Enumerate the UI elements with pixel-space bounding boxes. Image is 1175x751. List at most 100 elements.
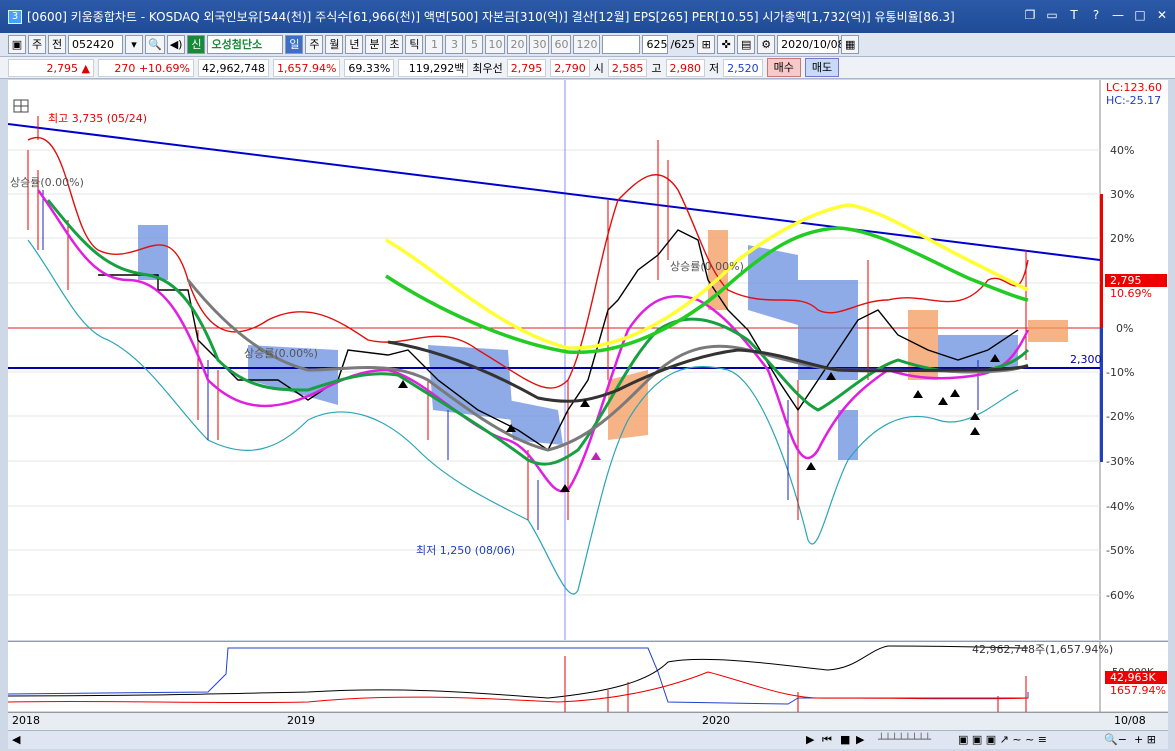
buy-button[interactable]: 매수 [766, 58, 801, 77]
zoom-out-icon[interactable]: 🔍− [1104, 733, 1127, 746]
volume-label: 42,962,748주(1,657.94%) [972, 643, 1113, 656]
quote-bar: 2,795 ▲ 270 +10.69% 42,962,748 1,657.94%… [0, 57, 1175, 93]
low-label: 저 [709, 61, 720, 75]
interval-20[interactable]: 20 [507, 35, 528, 54]
count-input[interactable]: 625 [642, 35, 669, 54]
chart-settings-icon[interactable]: ⊞ [697, 35, 716, 54]
sell-button[interactable]: 매도 [804, 58, 840, 77]
prev-button[interactable]: 전 [48, 35, 66, 54]
close-icon[interactable]: ✕ [1155, 8, 1169, 22]
vol-tag: 42,963K [1110, 671, 1156, 684]
support-label: 2,300 [1070, 353, 1102, 366]
pct-tick-m20: -20% [1106, 410, 1134, 423]
pin-icon[interactable]: T [1067, 8, 1081, 22]
volume-chart[interactable]: 42,962,748주(1,657.94%) 50,000K 42,963K 1… [7, 641, 1168, 712]
interval-3[interactable]: 3 [445, 35, 464, 54]
x-label-date: 10/08 [1114, 714, 1146, 727]
turnover: 69.33% [344, 58, 395, 77]
interval-120[interactable]: 120 [573, 35, 601, 54]
pct-tick-m60: -60% [1106, 589, 1134, 602]
maximize-icon[interactable]: □ [1133, 8, 1147, 22]
scroll-bar[interactable]: ◀ ▶ ⏮ ■ ▶ ┴┴┴┴┴┴┴┴ ▣ ▣ ▣ ↗ ~ ~ ≡ 🔍− + ⊞ [8, 730, 1168, 749]
pct-tick-30: 30% [1110, 188, 1134, 201]
legend-label-3: 상승률(0.00%) [670, 260, 744, 273]
interval-30[interactable]: 30 [529, 35, 550, 54]
best-bid: 2,790 [550, 58, 590, 77]
open-price: 2,585 [607, 58, 648, 77]
vol-pct-tag: 1657.94% [1110, 684, 1166, 697]
interval-10[interactable]: 10 [485, 35, 506, 54]
hc-label: HC:-25.17 [1106, 94, 1161, 107]
search-icon[interactable]: 🔍 [145, 35, 165, 54]
pct-tag: 10.69% [1110, 287, 1152, 300]
pct-tick-m10: -10% [1106, 366, 1134, 379]
indicator-icons[interactable]: ▣ ▣ ▣ ↗ ~ ~ ≡ [958, 733, 1047, 746]
period-year[interactable]: 년 [345, 35, 364, 54]
interval-5[interactable]: 5 [465, 35, 484, 54]
minimize-icon[interactable]: — [1111, 8, 1125, 22]
lc-label: LC:123.60 [1106, 81, 1162, 94]
code-input[interactable]: 052420 [68, 35, 123, 54]
speed-slider[interactable]: ┴┴┴┴┴┴┴┴ [878, 733, 931, 746]
interval-1[interactable]: 1 [425, 35, 444, 54]
best-ask: 2,795 [506, 58, 547, 77]
pct-tick-m40: -40% [1106, 500, 1134, 513]
period-unit-select[interactable]: 주 [28, 35, 46, 54]
scroll-right-icon[interactable]: ▶ [806, 733, 814, 746]
price-tag: 2,795 [1110, 274, 1142, 287]
x-label-2020: 2020 [702, 714, 730, 727]
price-chart[interactable]: 40% 30% 20% 10% 0% -10% -20% -30% -40% -… [7, 80, 1168, 640]
tile-icon[interactable]: ▭ [1045, 8, 1059, 22]
period-day[interactable]: 일 [285, 35, 304, 54]
new-badge: 신 [187, 35, 206, 54]
period-tick[interactable]: 틱 [405, 35, 424, 54]
app-icon: 3 [8, 9, 22, 24]
pct-tick-40: 40% [1110, 144, 1134, 157]
current-price: 2,795 ▲ [8, 58, 94, 77]
x-label-2018: 2018 [12, 714, 40, 727]
count-total: /625 [670, 38, 696, 51]
crosshair-icon[interactable]: ✜ [717, 35, 736, 54]
open-label: 시 [593, 61, 604, 75]
sound-icon[interactable]: ◀) [166, 35, 186, 54]
save-icon[interactable]: ▤ [737, 35, 756, 54]
dropdown-chevron-icon[interactable]: ▾ [125, 35, 143, 54]
chart-toolbar: ▣ 주 전 052420 ▾ 🔍 ◀) 신 오성첨단소 일 주 월 년 분 초 … [0, 33, 1175, 57]
layout-icon[interactable]: ▣ [8, 35, 26, 54]
volume-value: 42,962,748 [198, 58, 269, 77]
period-week[interactable]: 주 [305, 35, 324, 54]
high-annotation: 최고 3,735 (05/24) [48, 112, 147, 125]
interval-input[interactable] [602, 35, 641, 54]
period-month[interactable]: 월 [325, 35, 344, 54]
window-controls: ❐ ▭ T ? — □ ✕ [1023, 8, 1169, 22]
best-quote-label: 최우선 [472, 61, 503, 75]
rewind-icon[interactable]: ⏮ [822, 733, 832, 747]
pct-tick-m30: -30% [1106, 455, 1134, 468]
date-input[interactable]: 2020/10/08 [777, 35, 845, 54]
period-second[interactable]: 초 [385, 35, 404, 54]
legend-label-2: 상승률(0.00%) [244, 347, 318, 360]
play-icon[interactable]: ▶ [856, 733, 864, 746]
scroll-left-icon[interactable]: ◀ [12, 733, 20, 746]
legend-label-1: 상승률(0.00%) [10, 176, 84, 189]
x-label-2019: 2019 [287, 714, 315, 727]
zoom-in-icon[interactable]: + ⊞ [1134, 733, 1156, 746]
interval-60[interactable]: 60 [551, 35, 572, 54]
title-bar: 3 [0600] 키움종합차트 - KOSDAQ 외국인보유[544(천)] 주… [0, 0, 1175, 33]
period-minute[interactable]: 분 [365, 35, 384, 54]
help-icon[interactable]: ? [1089, 8, 1103, 22]
pct-tick-20: 20% [1110, 232, 1134, 245]
low-annotation: 최저 1,250 (08/06) [416, 544, 515, 557]
calendar-icon[interactable]: ▦ [841, 35, 860, 54]
pct-tick-0: 0% [1116, 322, 1133, 335]
pct-tick-m50: -50% [1106, 544, 1134, 557]
stop-icon[interactable]: ■ [840, 733, 850, 746]
low-price: 2,520 [723, 58, 763, 77]
restore-icon[interactable]: ❐ [1023, 8, 1037, 22]
price-change: 270 +10.69% [98, 58, 194, 77]
x-axis: 2018 2019 2020 10/08 [8, 712, 1168, 730]
high-price: 2,980 [665, 58, 705, 77]
high-label: 고 [651, 61, 662, 75]
stock-name-field: 오성첨단소 [207, 35, 284, 54]
gear-icon[interactable]: ⚙ [757, 35, 776, 54]
